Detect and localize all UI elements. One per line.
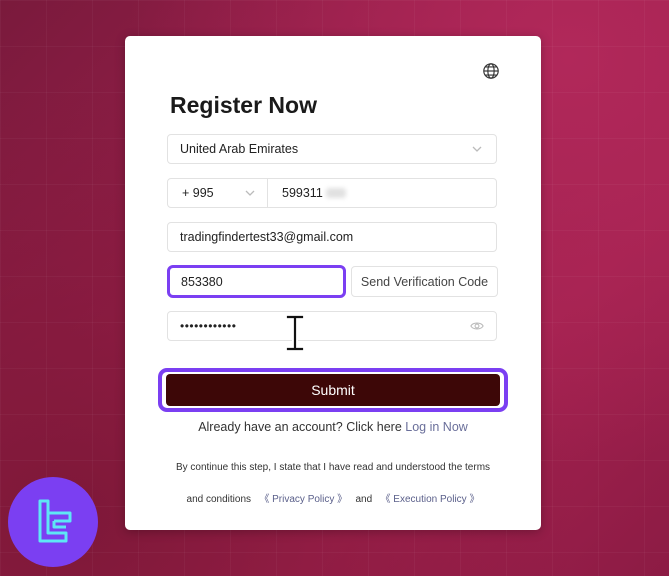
eye-icon[interactable] <box>470 319 484 333</box>
country-select[interactable]: United Arab Emirates <box>167 134 497 164</box>
chevron-down-icon <box>245 190 255 196</box>
email-value: tradingfindertest33@gmail.com <box>180 230 354 244</box>
terms-prefix: and conditions <box>186 494 252 505</box>
phone-code-value: + 995 <box>182 186 214 200</box>
account-prompt-text: Already have an account? Click here <box>198 420 402 434</box>
verification-code-input[interactable]: 853380 <box>167 265 346 298</box>
submit-button[interactable]: Submit <box>166 374 500 406</box>
country-value: United Arab Emirates <box>180 142 299 156</box>
login-prompt: Already have an account? Click here Log … <box>125 420 541 434</box>
tradingfinder-logo <box>8 477 98 567</box>
password-value: •••••••••••• <box>180 319 237 333</box>
redacted-digits <box>325 188 346 198</box>
privacy-policy-link[interactable]: 《 Privacy Policy 》 <box>259 494 347 505</box>
terms-text-line1: By continue this step, I state that I ha… <box>175 462 491 473</box>
text-cursor-icon <box>285 314 305 352</box>
phone-number-value: 599311 <box>282 186 323 200</box>
email-field[interactable]: tradingfindertest33@gmail.com <box>167 222 497 252</box>
terms-text-line2: and conditions 《 Privacy Policy 》 and 《 … <box>125 490 541 505</box>
login-link[interactable]: Log in Now <box>405 420 468 434</box>
globe-icon[interactable] <box>480 60 502 82</box>
chevron-down-icon <box>472 146 482 152</box>
page-title: Register Now <box>170 92 317 118</box>
execution-policy-link[interactable]: 《 Execution Policy 》 <box>381 494 480 505</box>
verification-code-value: 853380 <box>181 274 223 289</box>
phone-field: + 995 599311 <box>167 178 497 208</box>
password-field[interactable]: •••••••••••• <box>167 311 497 341</box>
and-text: and <box>355 494 373 505</box>
phone-code-select[interactable]: + 995 <box>168 179 268 207</box>
register-card: Register Now United Arab Emirates + 995 … <box>125 36 541 530</box>
phone-number-input[interactable]: 599311 <box>268 186 346 200</box>
send-verification-code-button[interactable]: Send Verification Code <box>351 266 498 297</box>
